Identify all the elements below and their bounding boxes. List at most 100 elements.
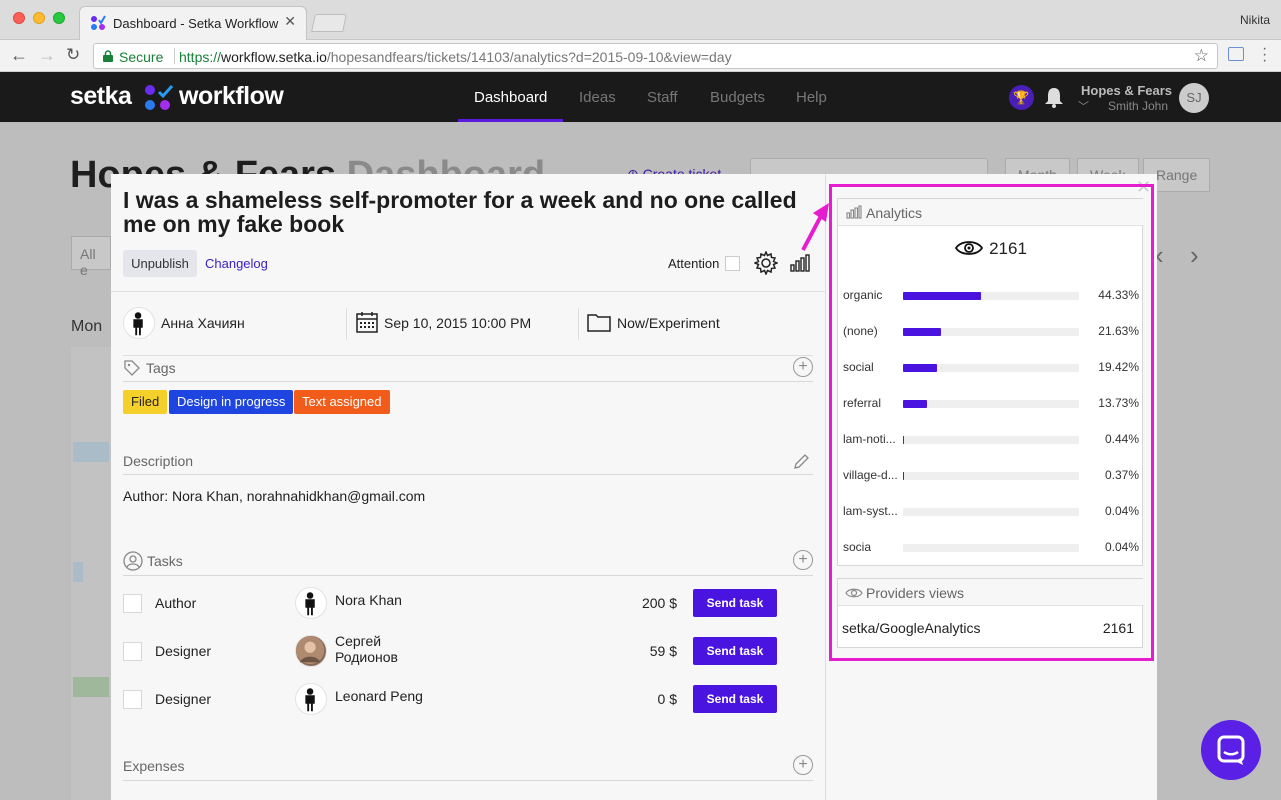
back-arrow-icon[interactable]: ← <box>10 46 28 64</box>
task-checkbox[interactable] <box>123 594 142 613</box>
pencil-icon[interactable] <box>793 452 811 470</box>
avatar <box>295 635 327 667</box>
task-assignee[interactable]: Nora Khan <box>335 592 402 608</box>
setka-logo-icon <box>145 84 174 110</box>
browser-profile-name[interactable]: Nikita <box>1240 13 1270 27</box>
changelog-link[interactable]: Changelog <box>205 256 268 271</box>
lock-icon <box>103 50 113 62</box>
chat-icon <box>1217 735 1245 765</box>
add-expense-button[interactable]: + <box>793 755 813 775</box>
section-line <box>123 474 813 475</box>
task-row: Designer Leonard Peng 0 $ Send task <box>111 682 825 718</box>
trophy-icon[interactable]: 🏆 <box>1009 85 1034 110</box>
ticket-folder[interactable]: Now/Experiment <box>617 315 720 331</box>
attention-label: Attention <box>668 256 720 271</box>
logo-text-right[interactable]: workflow <box>179 82 284 111</box>
window-zoom-button[interactable] <box>53 12 65 24</box>
tag-text-assigned[interactable]: Text assigned <box>294 390 390 414</box>
send-task-button[interactable]: Send task <box>693 589 777 617</box>
annotation-arrow-icon <box>801 203 829 251</box>
task-assignee-first: Сергей <box>335 633 382 649</box>
url-path: /hopesandfears/tickets/14103/analytics?d… <box>326 49 732 65</box>
tag-design-in-progress[interactable]: Design in progress <box>169 390 294 414</box>
window-minimize-button[interactable] <box>33 12 45 24</box>
ticket-author[interactable]: Анна Хачиян <box>161 315 245 331</box>
tags-heading: Tags <box>146 360 176 376</box>
browser-tab-bar: Dashboard - Setka Workflow ✕ Nikita <box>0 0 1281 40</box>
send-task-button[interactable]: Send task <box>693 685 777 713</box>
tab-close-icon[interactable]: ✕ <box>284 13 296 30</box>
browser-toolbar: ← → ↻ Secure https://workflow.setka.io/h… <box>0 40 1281 72</box>
nav-help[interactable]: Help <box>796 72 827 122</box>
next-arrow-icon[interactable]: › <box>1190 240 1199 271</box>
new-tab-button[interactable] <box>311 14 347 32</box>
tag-filed[interactable]: Filed <box>123 390 168 414</box>
browser-menu-icon[interactable]: · · · <box>1262 41 1267 69</box>
url-divider <box>174 48 175 64</box>
app-header: setka workflow Dashboard Ideas Staff Bud… <box>0 72 1281 122</box>
divider <box>123 355 813 356</box>
person-icon <box>295 683 327 715</box>
org-name[interactable]: Hopes & Fears <box>1081 83 1172 98</box>
section-line <box>123 381 813 382</box>
task-assignee[interactable]: Сергей Родионов <box>335 633 398 665</box>
browser-tab[interactable]: Dashboard - Setka Workflow ✕ <box>79 6 307 40</box>
ticket-title: I was a shameless self-promoter for a we… <box>123 187 797 237</box>
task-checkbox[interactable] <box>123 642 142 661</box>
divider <box>111 291 825 292</box>
reload-icon[interactable]: ↻ <box>66 46 80 64</box>
attention-checkbox[interactable] <box>725 256 740 271</box>
highlight-box <box>829 184 1154 661</box>
task-price: 59 $ <box>649 643 677 659</box>
section-line <box>123 780 813 781</box>
calendar-icon <box>356 312 378 333</box>
secure-label: Secure <box>119 49 164 65</box>
filter-select[interactable]: All e <box>71 236 111 278</box>
tag-icon <box>124 360 140 376</box>
task-role: Author <box>155 595 197 611</box>
chat-launcher-button[interactable] <box>1201 720 1261 780</box>
tab-title: Dashboard - Setka Workflow <box>113 16 279 31</box>
nav-staff[interactable]: Staff <box>647 72 678 122</box>
nav-dashboard[interactable]: Dashboard <box>457 72 564 122</box>
extension-icon[interactable] <box>1228 47 1244 61</box>
forward-arrow-icon[interactable]: → <box>38 46 56 64</box>
unpublish-button[interactable]: Unpublish <box>123 250 197 277</box>
ticket-details: I was a shameless self-promoter for a we… <box>111 174 825 800</box>
nav-budgets[interactable]: Budgets <box>710 72 765 122</box>
calendar-ticket[interactable] <box>73 442 109 462</box>
url-scheme: https:// <box>179 49 222 65</box>
calendar-ticket[interactable] <box>73 677 109 697</box>
url-text: https://workflow.setka.io/hopesandfears/… <box>179 49 732 65</box>
task-role: Designer <box>155 643 212 659</box>
org-user-name[interactable]: Smith John <box>1108 99 1168 113</box>
section-line <box>123 575 813 576</box>
meta-divider <box>346 308 347 340</box>
task-assignee-last: Родионов <box>335 649 398 665</box>
task-row: Author Nora Khan 200 $ Send task <box>111 586 825 622</box>
chevron-down-icon[interactable]: ﹀ <box>1078 98 1089 114</box>
add-tag-button[interactable]: + <box>793 357 813 377</box>
gear-icon[interactable] <box>754 251 778 275</box>
logo-text-left[interactable]: setka <box>70 82 132 111</box>
description-text[interactable]: Author: Nora Khan, norahnahidkhan@gmail.… <box>123 488 425 504</box>
user-circle-icon <box>123 551 143 571</box>
task-assignee[interactable]: Leonard Peng <box>335 688 423 704</box>
ticket-date[interactable]: Sep 10, 2015 10:00 PM <box>384 315 531 331</box>
task-row: Designer Сергей Родионов 59 $ Send task <box>111 633 825 670</box>
nav-ideas[interactable]: Ideas <box>579 72 616 122</box>
analytics-bars-icon[interactable] <box>790 254 810 272</box>
bookmark-star-icon[interactable]: ☆ <box>1194 46 1209 66</box>
task-checkbox[interactable] <box>123 690 142 709</box>
expenses-heading: Expenses <box>123 758 185 774</box>
bell-icon[interactable] <box>1043 86 1065 108</box>
window-close-button[interactable] <box>13 12 25 24</box>
calendar-ticket[interactable] <box>73 562 83 582</box>
person-icon <box>295 587 327 619</box>
send-task-button[interactable]: Send task <box>693 637 777 665</box>
add-task-button[interactable]: + <box>793 550 813 570</box>
address-bar[interactable]: Secure https://workflow.setka.io/hopesan… <box>93 43 1218 69</box>
tasks-heading: Tasks <box>147 553 183 569</box>
meta-divider <box>578 308 579 340</box>
avatar[interactable]: SJ <box>1179 83 1209 113</box>
